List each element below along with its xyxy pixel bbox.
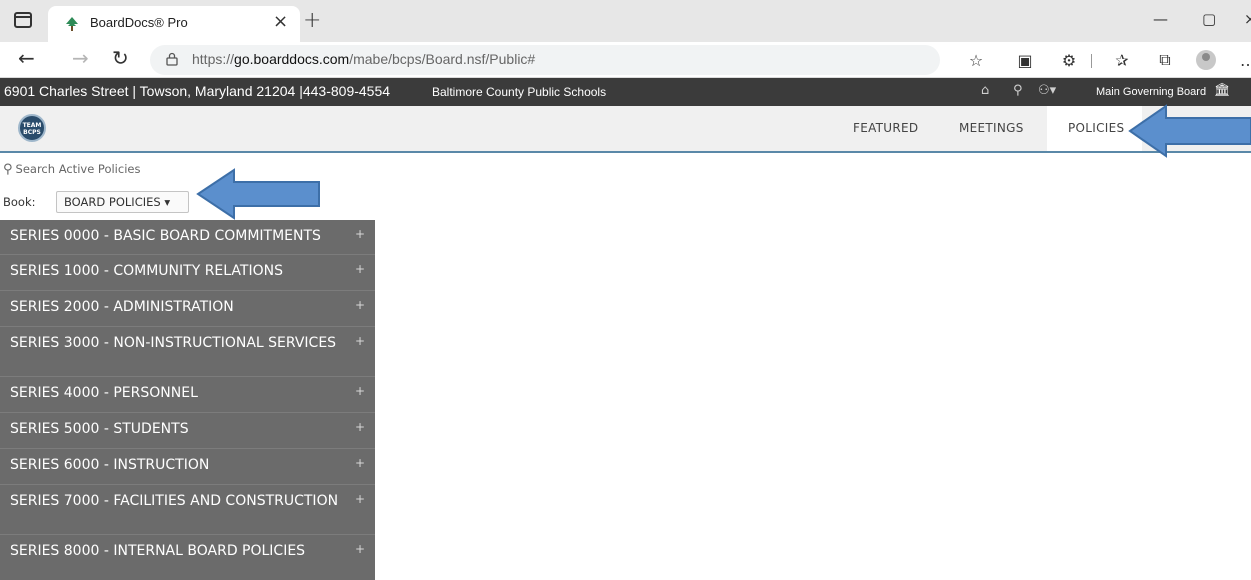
browser-toolbar: ← → ↻ https://go.boarddocs.com/mabe/bcps… — [0, 42, 1251, 78]
expand-plus-icon[interactable]: + — [355, 542, 365, 556]
tree-favicon-icon — [66, 17, 78, 31]
series-label: SERIES 8000 - INTERNAL BOARD POLICIES — [10, 543, 306, 559]
series-label: SERIES 3000 - NON-INSTRUCTIONAL SERVICES — [10, 335, 337, 351]
tab-close-icon[interactable]: × — [273, 11, 288, 32]
favorite-star-icon[interactable]: ☆ — [964, 48, 988, 72]
series-item[interactable]: SERIES 1000 - COMMUNITY RELATIONS + — [0, 255, 375, 291]
institution-icon[interactable]: 🏛 — [1214, 83, 1231, 98]
book-dropdown[interactable]: BOARD POLICIES ▾ — [56, 191, 189, 213]
series-label: SERIES 0000 - BASIC BOARD COMMITMENTS — [10, 228, 321, 244]
search-icon[interactable]: ⚲ — [1013, 83, 1023, 98]
extension-icon[interactable]: ▣ — [1013, 48, 1037, 72]
site-main-nav: TEAM BCPS FEATURED MEETINGS POLICIES — [0, 106, 1251, 153]
collections-icon[interactable]: ⧉ — [1153, 48, 1177, 72]
tab-actions-icon[interactable] — [14, 12, 32, 28]
book-label: Book: — [3, 195, 36, 209]
district-address: 6901 Charles Street | Towson, Maryland 2… — [4, 83, 391, 99]
expand-plus-icon[interactable]: + — [355, 262, 365, 276]
back-icon[interactable]: ← — [18, 46, 35, 70]
series-label: SERIES 7000 - FACILITIES AND CONSTRUCTIO… — [10, 493, 339, 509]
series-item[interactable]: SERIES 5000 - STUDENTS + — [0, 413, 375, 449]
url-text[interactable]: https://go.boarddocs.com/mabe/bcps/Board… — [192, 51, 535, 67]
bcps-logo[interactable]: TEAM BCPS — [18, 114, 46, 142]
refresh-icon[interactable]: ↻ — [112, 46, 129, 70]
annotation-arrow-policies — [1128, 104, 1251, 158]
expand-plus-icon[interactable]: + — [355, 456, 365, 470]
series-label: SERIES 2000 - ADMINISTRATION — [10, 299, 234, 315]
expand-plus-icon[interactable]: + — [355, 420, 365, 434]
expand-plus-icon[interactable]: + — [355, 384, 365, 398]
tab-title: BoardDocs® Pro — [90, 15, 188, 30]
favorites-list-icon[interactable]: ✰ — [1110, 48, 1134, 72]
series-item[interactable]: SERIES 6000 - INSTRUCTION + — [0, 449, 375, 485]
series-item[interactable]: SERIES 2000 - ADMINISTRATION + — [0, 291, 375, 327]
more-menu-icon[interactable]: … — [1236, 48, 1251, 72]
series-item[interactable]: SERIES 7000 - FACILITIES AND CONSTRUCTIO… — [0, 485, 375, 535]
site-info-bar: 6901 Charles Street | Towson, Maryland 2… — [0, 78, 1251, 106]
address-bar[interactable]: https://go.boarddocs.com/mabe/bcps/Board… — [150, 45, 940, 75]
expand-plus-icon[interactable]: + — [355, 227, 365, 241]
nav-meetings[interactable]: MEETINGS — [959, 121, 1024, 135]
series-item[interactable]: SERIES 3000 - NON-INSTRUCTIONAL SERVICES… — [0, 327, 375, 377]
minimize-icon[interactable]: — — [1153, 10, 1168, 28]
restore-icon[interactable]: ▢ — [1202, 10, 1216, 28]
expand-plus-icon[interactable]: + — [355, 298, 365, 312]
series-label: SERIES 6000 - INSTRUCTION — [10, 457, 210, 473]
puzzle-extensions-icon[interactable]: ⚙ — [1057, 48, 1081, 72]
board-selector[interactable]: Main Governing Board — [1096, 86, 1206, 98]
series-label: SERIES 4000 - PERSONNEL — [10, 385, 198, 401]
search-placeholder: Search Active Policies — [15, 162, 141, 176]
expand-plus-icon[interactable]: + — [355, 334, 365, 348]
toolbar-separator — [1091, 54, 1092, 68]
browser-tab-strip: BoardDocs® Pro × + — ▢ × — [0, 0, 1251, 42]
profile-avatar-icon[interactable] — [1196, 50, 1216, 70]
expand-plus-icon[interactable]: + — [355, 492, 365, 506]
series-label: SERIES 5000 - STUDENTS — [10, 421, 189, 437]
policy-search[interactable]: ⚲ Search Active Policies — [3, 162, 140, 177]
series-item[interactable]: SERIES 0000 - BASIC BOARD COMMITMENTS + — [0, 220, 375, 255]
series-label: SERIES 1000 - COMMUNITY RELATIONS — [10, 263, 283, 279]
series-item[interactable]: SERIES 8000 - INTERNAL BOARD POLICIES + — [0, 535, 375, 580]
browser-tab[interactable]: BoardDocs® Pro × — [48, 6, 300, 42]
district-name: Baltimore County Public Schools — [432, 85, 607, 99]
window-close-icon[interactable]: × — [1244, 10, 1251, 28]
new-tab-icon[interactable]: + — [303, 8, 321, 33]
home-icon[interactable]: ⌂ — [981, 83, 989, 98]
search-icon: ⚲ — [3, 162, 13, 177]
nav-policies[interactable]: POLICIES — [1068, 121, 1124, 135]
series-item[interactable]: SERIES 4000 - PERSONNEL + — [0, 377, 375, 413]
lock-icon — [166, 52, 178, 66]
user-menu-icon[interactable]: ⚇▾ — [1038, 83, 1056, 98]
series-list: SERIES 0000 - BASIC BOARD COMMITMENTS + … — [0, 220, 375, 580]
annotation-arrow-book — [196, 168, 320, 220]
forward-icon[interactable]: → — [72, 46, 89, 70]
nav-featured[interactable]: FEATURED — [853, 121, 918, 135]
